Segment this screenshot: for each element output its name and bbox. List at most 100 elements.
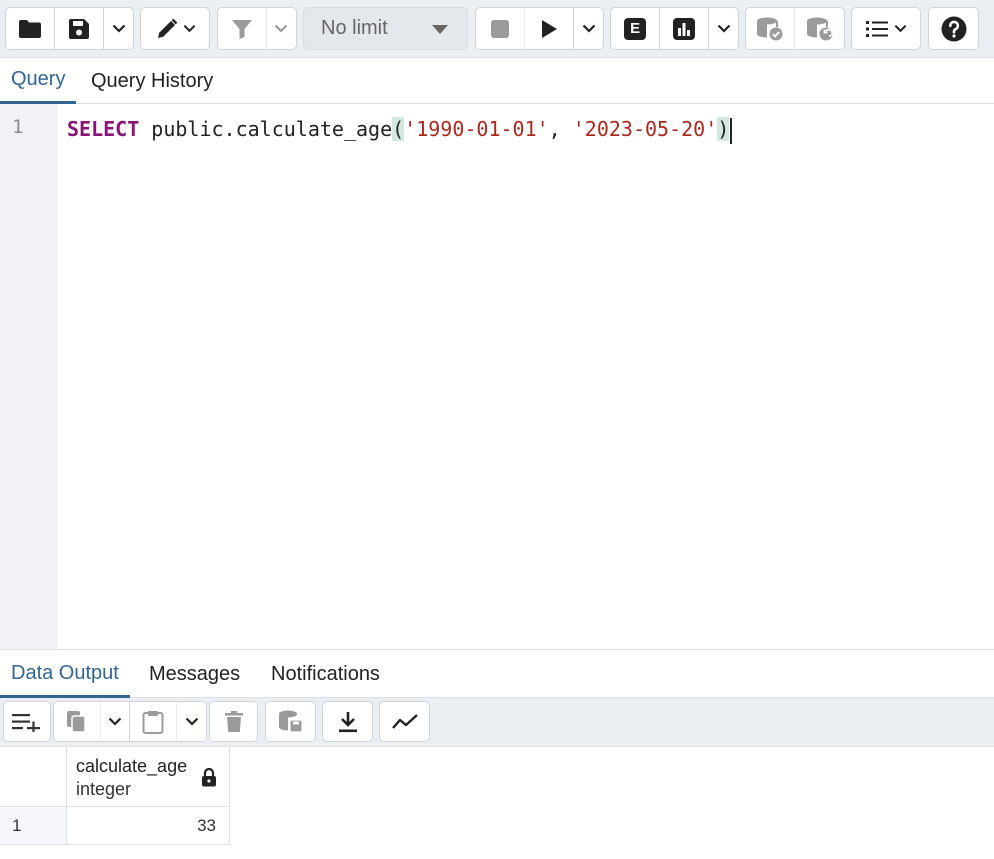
file-button-group (5, 7, 134, 50)
edit-button-group (140, 7, 210, 50)
download-icon (338, 711, 357, 732)
chevron-down-icon (717, 24, 731, 33)
sql-editor[interactable]: 1 SELECT public.calculate_age('1990-01-0… (0, 104, 994, 650)
column-type: integer (76, 779, 132, 799)
stop-icon (491, 19, 510, 38)
output-tabs: Data Output Messages Notifications (0, 651, 994, 698)
paste-dropdown-button[interactable] (177, 702, 206, 741)
sql-keyword: SELECT (67, 117, 140, 141)
filter-button-group (217, 7, 297, 50)
trash-icon (224, 710, 243, 732)
string-argument-2: '2023-05-20' (572, 117, 718, 141)
explain-icon-letter: E (630, 20, 641, 37)
tab-messages-label: Messages (149, 663, 241, 685)
open-paren: ( (392, 117, 405, 141)
lock-icon (202, 768, 216, 787)
row-limit-value: No limit (321, 17, 388, 39)
output-toolbar (0, 698, 994, 747)
copy-paste-group (53, 701, 207, 742)
copy-button[interactable] (54, 702, 102, 741)
add-row-button[interactable] (4, 702, 50, 741)
filter-icon (231, 19, 252, 39)
save-data-button[interactable] (266, 702, 315, 741)
add-row-icon (12, 713, 40, 732)
list-icon (865, 20, 888, 37)
comma-separator: , (548, 117, 573, 141)
tab-query-label: Query (11, 68, 66, 90)
explain-dropdown-button[interactable] (709, 8, 738, 49)
chevron-down-icon (183, 24, 195, 33)
save-icon (69, 18, 90, 39)
macros-dropdown-button[interactable] (852, 8, 920, 49)
pencil-icon (157, 18, 177, 38)
execute-button[interactable] (525, 8, 575, 49)
delete-group (209, 701, 258, 742)
delete-row-button[interactable] (210, 702, 257, 741)
string-argument-1: '1990-01-01' (404, 117, 549, 141)
line-number: 1 (12, 116, 24, 138)
play-icon (542, 19, 558, 38)
function-name: public.calculate_age (139, 117, 393, 141)
add-row-group (3, 701, 51, 742)
chevron-down-icon (112, 24, 126, 33)
explain-button-group: E (610, 7, 739, 50)
tab-data-output-label: Data Output (11, 661, 119, 684)
database-save-icon (278, 710, 303, 733)
chevron-down-icon (185, 717, 198, 726)
graph-visualiser-button[interactable] (380, 702, 429, 741)
row-limit-select[interactable]: No limit (303, 7, 468, 50)
tab-data-output[interactable]: Data Output (0, 651, 130, 698)
chevron-down-icon (894, 24, 906, 33)
execute-dropdown-button[interactable] (574, 8, 603, 49)
caret-down-icon (432, 25, 448, 34)
explain-analyze-button[interactable] (660, 8, 710, 49)
rollback-button[interactable] (795, 8, 844, 49)
clipboard-icon (142, 710, 164, 734)
save-dropdown-button[interactable] (104, 8, 133, 49)
database-check-icon (757, 17, 783, 40)
row-header[interactable] (0, 807, 67, 845)
chevron-down-icon (108, 717, 122, 726)
column-name: calculate_age (76, 756, 188, 776)
copy-dropdown-button[interactable] (101, 702, 130, 741)
code-line: SELECT public.calculate_age('1990-01-01'… (67, 114, 733, 144)
save-file-button[interactable] (55, 8, 105, 49)
line-chart-icon (391, 713, 418, 729)
transaction-button-group (745, 7, 845, 50)
edit-dropdown-button[interactable] (141, 8, 209, 49)
commit-button[interactable] (746, 8, 796, 49)
tab-messages[interactable]: Messages (138, 651, 251, 698)
row-number: 1 (12, 816, 22, 835)
filter-dropdown-button[interactable] (267, 8, 296, 49)
copy-icon (67, 710, 86, 733)
tab-notifications-label: Notifications (271, 663, 380, 685)
execute-button-group (475, 7, 604, 50)
tab-query-history[interactable]: Query History (80, 58, 224, 104)
macros-button-group (851, 7, 921, 50)
tab-notifications[interactable]: Notifications (260, 651, 391, 698)
chevron-down-icon (582, 24, 596, 33)
grid-corner-cell[interactable] (0, 747, 67, 807)
editor-gutter: 1 (0, 104, 57, 649)
tab-query[interactable]: Query (0, 58, 77, 104)
cell-value: 33 (197, 816, 216, 835)
bar-chart-icon (673, 17, 696, 40)
chevron-down-icon (275, 24, 288, 33)
close-paren: ) (717, 117, 730, 141)
stop-button[interactable] (476, 8, 526, 49)
explain-icon: E (624, 17, 647, 40)
help-button[interactable] (929, 8, 978, 49)
text-cursor (730, 117, 733, 144)
explain-button[interactable]: E (611, 8, 661, 49)
download-button[interactable] (323, 702, 372, 741)
filter-button[interactable] (218, 8, 267, 49)
folder-icon (19, 19, 42, 38)
paste-button[interactable] (130, 702, 178, 741)
open-file-button[interactable] (6, 8, 56, 49)
query-tabs: Query Query History (0, 58, 994, 104)
download-group (322, 701, 373, 742)
main-toolbar: No limit E (0, 0, 994, 58)
graph-group (379, 701, 430, 742)
save-data-group (265, 701, 316, 742)
database-undo-icon (806, 17, 833, 40)
